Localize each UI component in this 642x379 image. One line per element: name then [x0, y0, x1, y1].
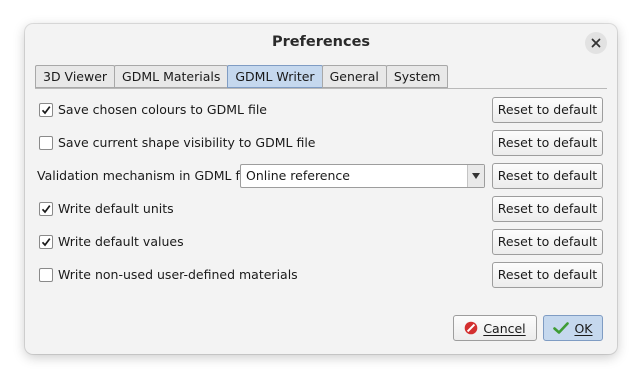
cancel-button[interactable]: Cancel: [453, 315, 537, 341]
non-used-materials-checkbox[interactable]: [39, 268, 53, 282]
title-bar: Preferences: [25, 24, 617, 64]
dropdown-arrow-icon[interactable]: [467, 165, 484, 187]
tab-system[interactable]: System: [385, 65, 449, 88]
save-colours-checkbox[interactable]: [39, 103, 53, 117]
reset-save-colours-button[interactable]: Reset to default: [492, 97, 603, 123]
checkmark-icon: [553, 321, 570, 335]
default-units-checkbox[interactable]: [39, 202, 53, 216]
tab-general[interactable]: General: [321, 65, 387, 88]
cancel-icon: [464, 321, 478, 335]
default-units-label: Write default units: [58, 201, 174, 216]
tab-3d-viewer[interactable]: 3D Viewer: [35, 65, 116, 88]
ok-button[interactable]: OK: [543, 315, 603, 341]
tab-bar: 3D Viewer GDML Materials GDML Writer Gen…: [35, 65, 449, 88]
reset-default-units-button[interactable]: Reset to default: [492, 196, 603, 222]
setting-row-validation: Validation mechanism in GDML file Online…: [35, 163, 607, 189]
reset-non-used-materials-button[interactable]: Reset to default: [492, 262, 603, 288]
ok-button-label: OK: [574, 320, 593, 336]
checkmark-icon: [41, 106, 51, 115]
tab-gdml-materials[interactable]: GDML Materials: [114, 65, 229, 88]
setting-row-default-values: Write default values Reset to default: [35, 229, 607, 255]
gdml-writer-panel: Save chosen colours to GDML file Reset t…: [35, 88, 607, 317]
setting-row-default-units: Write default units Reset to default: [35, 196, 607, 222]
preferences-dialog: Preferences 3D Viewer GDML Materials GDM…: [25, 24, 617, 354]
save-visibility-label: Save current shape visibility to GDML fi…: [58, 135, 316, 150]
validation-label: Validation mechanism in GDML file: [37, 168, 255, 183]
non-used-materials-label: Write non-used user-defined materials: [58, 267, 298, 282]
close-button[interactable]: [585, 32, 607, 54]
save-colours-label: Save chosen colours to GDML file: [58, 102, 267, 117]
reset-validation-button[interactable]: Reset to default: [492, 163, 603, 189]
close-icon: [591, 38, 601, 48]
setting-row-non-used-materials: Write non-used user-defined materials Re…: [35, 262, 607, 288]
tab-gdml-writer[interactable]: GDML Writer: [227, 65, 323, 88]
default-values-label: Write default values: [58, 234, 184, 249]
reset-save-visibility-button[interactable]: Reset to default: [492, 130, 603, 156]
checkmark-icon: [41, 238, 51, 247]
default-values-checkbox[interactable]: [39, 235, 53, 249]
dialog-title: Preferences: [271, 34, 371, 50]
validation-select-value: Online reference: [246, 168, 350, 183]
setting-row-save-visibility: Save current shape visibility to GDML fi…: [35, 130, 607, 156]
cancel-button-label: Cancel: [483, 320, 526, 336]
validation-select[interactable]: Online reference: [240, 164, 485, 188]
reset-default-values-button[interactable]: Reset to default: [492, 229, 603, 255]
checkmark-icon: [41, 205, 51, 214]
save-visibility-checkbox[interactable]: [39, 136, 53, 150]
setting-row-save-colours: Save chosen colours to GDML file Reset t…: [35, 97, 607, 123]
